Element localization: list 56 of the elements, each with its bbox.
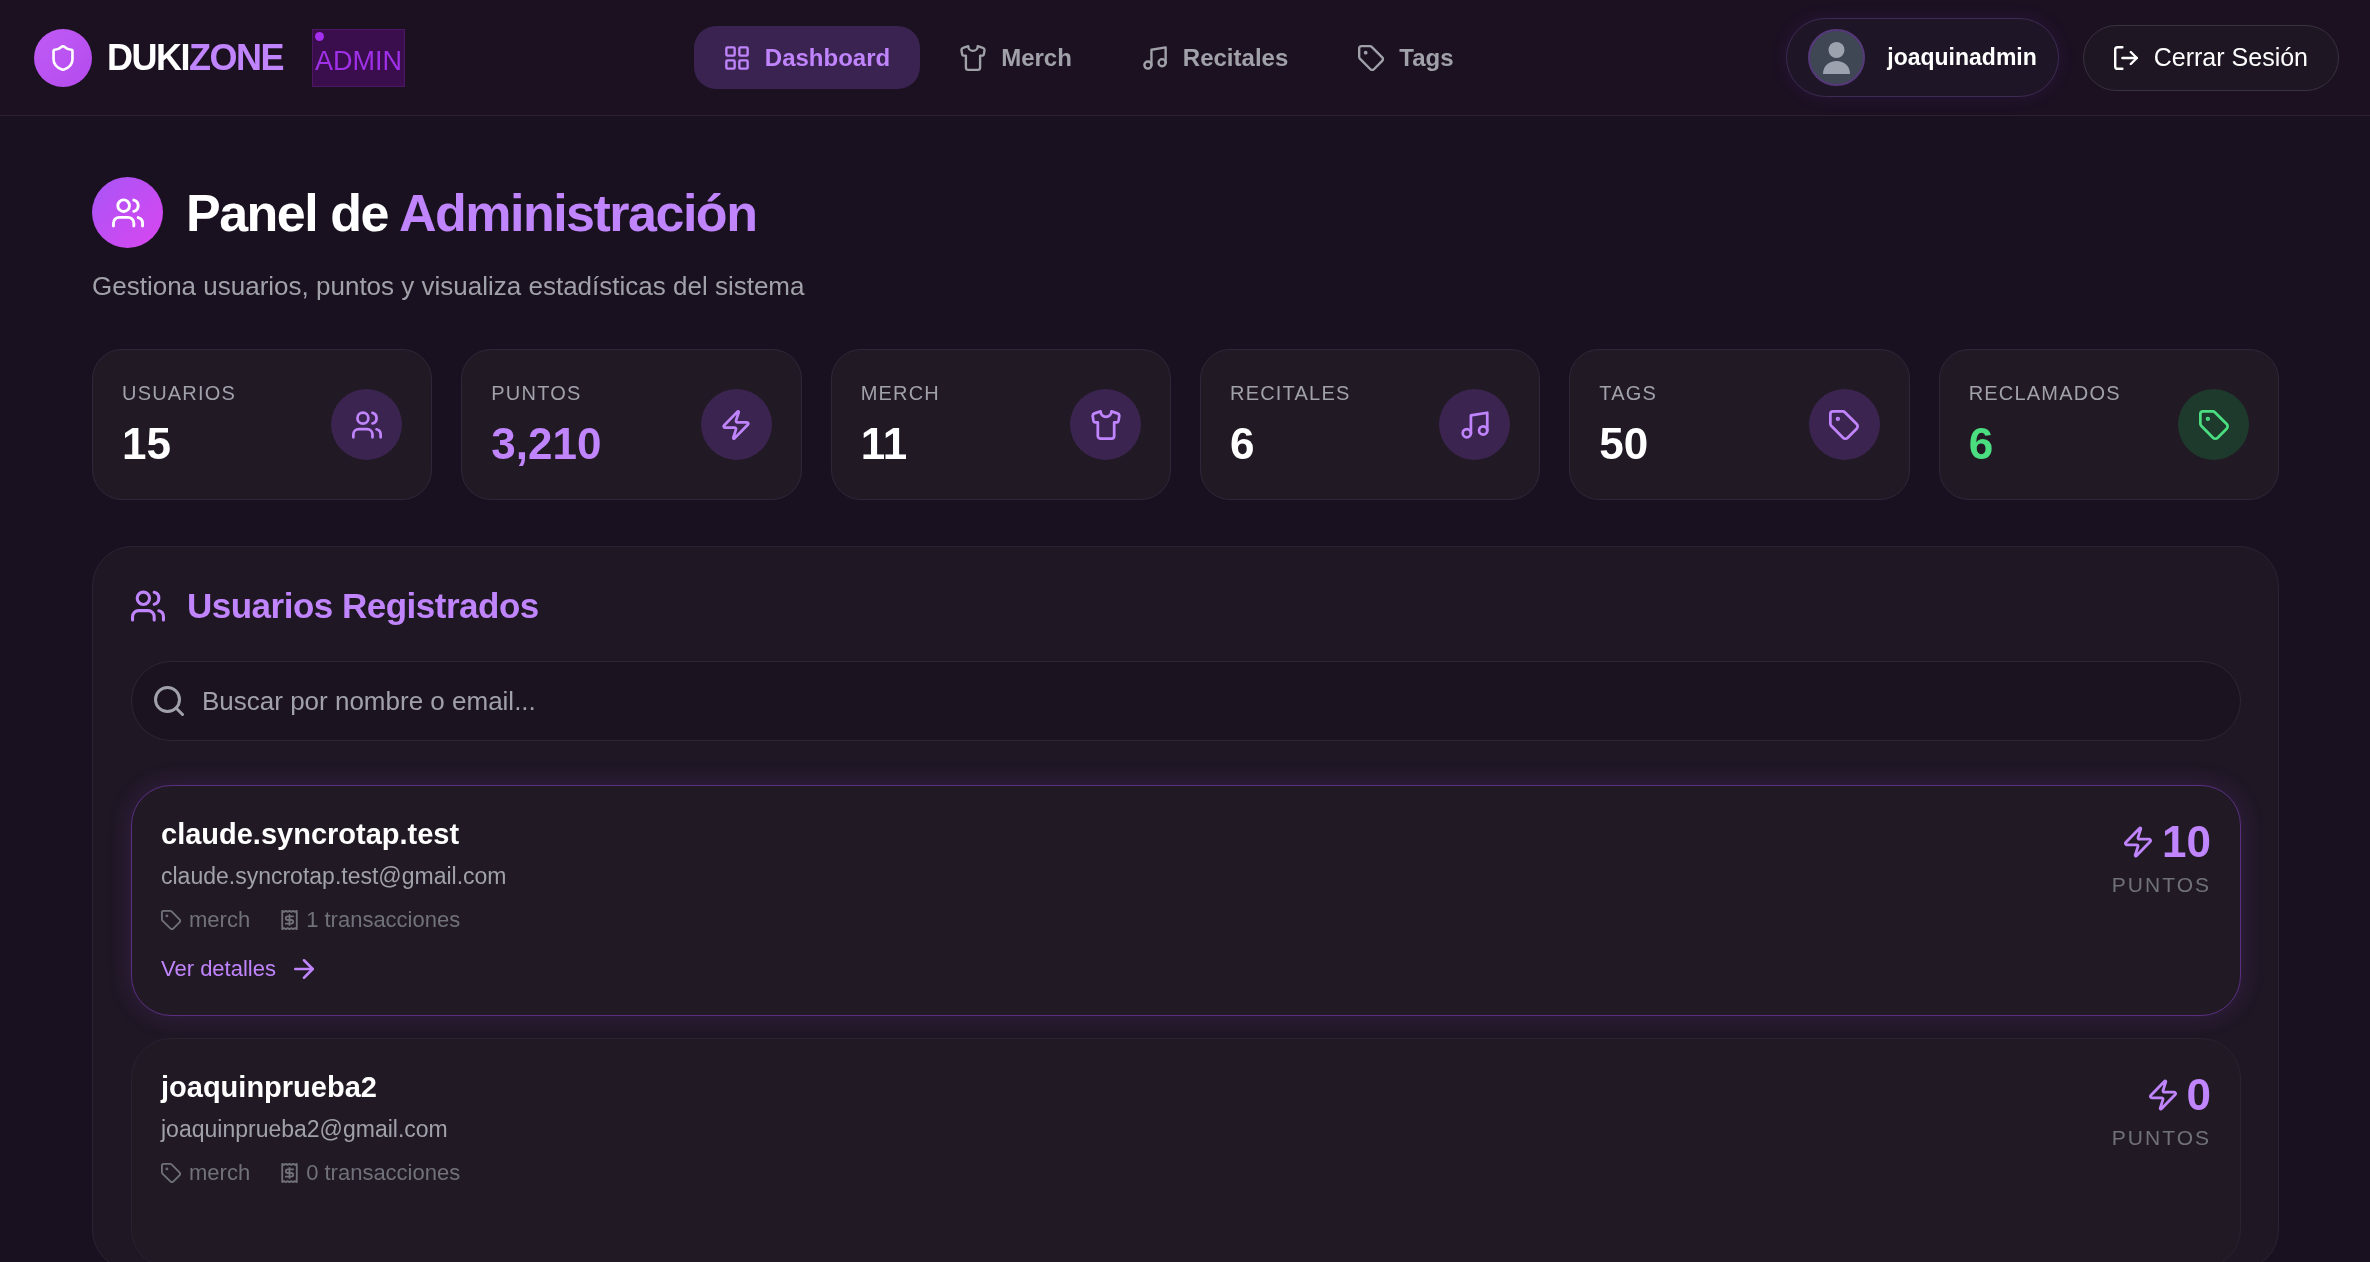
- details-link[interactable]: Ver detalles: [161, 954, 314, 984]
- user-name: claude.syncrotap.test: [161, 817, 460, 851]
- page-subtitle: Gestiona usuarios, puntos y visualiza estadísticas del sistema: [92, 270, 805, 302]
- stat-label: RECLAMADOS: [1968, 380, 2121, 405]
- user-tag: merch: [189, 907, 251, 933]
- arrow-right-icon: [293, 959, 314, 979]
- stat-value: 3,210: [491, 418, 602, 469]
- tag-icon: [1358, 44, 1385, 71]
- stat-value: 6: [1968, 418, 1995, 469]
- tag-icon: [161, 910, 181, 930]
- stat-value: 6: [1230, 418, 1256, 469]
- section-title: Usuarios Registrados: [187, 586, 539, 626]
- stat-label: RECITALES: [1230, 380, 1351, 405]
- role-label: ADMIN: [315, 44, 402, 78]
- user-card[interactable]: claude.syncrotap.test claude.syncrotap.test@gmail.com merch 1 transacciones Ver detalles 10 PUNTOS: [131, 785, 2241, 1016]
- receipt-icon: [281, 1163, 299, 1183]
- nav-tab[interactable]: Merch: [930, 26, 1102, 89]
- logout-icon: [2113, 45, 2138, 70]
- music-note-icon: [1141, 44, 1168, 71]
- avatar-icon: [1808, 29, 1866, 86]
- users-icon: [131, 589, 165, 623]
- points-value: 10: [2162, 817, 2211, 867]
- nav-tab[interactable]: Recitales: [1111, 26, 1319, 89]
- search-icon: [154, 686, 184, 716]
- logout-button[interactable]: Cerrar Sesión: [2082, 24, 2339, 91]
- points-label: PUNTOS: [2111, 1125, 2211, 1151]
- lightning-bolt-icon: [2148, 1079, 2177, 1111]
- tag-icon: [161, 1163, 181, 1183]
- brand-name: DUKIZONE: [107, 36, 283, 79]
- user-card[interactable]: joaquinprueba2 joaquinprueba2@gmail.com merch 0 transacciones 0 PUNTOS: [131, 1038, 2241, 1262]
- transaction-count: 1 transacciones: [306, 907, 461, 933]
- stat-value: 15: [122, 418, 172, 469]
- nav-tab[interactable]: Dashboard: [693, 26, 921, 89]
- points-value: 0: [2186, 1070, 2211, 1120]
- stat-label: MERCH: [860, 380, 940, 405]
- grid-icon: [723, 44, 750, 71]
- stat-label: TAGS: [1599, 380, 1658, 405]
- page-title: Panel de Administración: [186, 182, 757, 244]
- shield-icon: [34, 28, 92, 87]
- search-field[interactable]: Buscar por nombre o email...: [131, 661, 2241, 741]
- transaction-count: 0 transacciones: [306, 1160, 461, 1186]
- dot-icon: [315, 31, 324, 41]
- stat-value: 11: [860, 418, 909, 469]
- user-menu-button[interactable]: joaquinadmin: [1786, 18, 2059, 97]
- shirt-icon: [960, 44, 987, 71]
- user-email: claude.syncrotap.test@gmail.com: [161, 862, 507, 891]
- stat-value: 50: [1599, 418, 1650, 469]
- user-tag: merch: [189, 1160, 251, 1186]
- user-name: joaquinprueba2: [161, 1070, 377, 1104]
- receipt-icon: [281, 910, 299, 930]
- user-email: joaquinprueba2@gmail.com: [161, 1115, 448, 1144]
- stat-label: USUARIOS: [122, 380, 237, 405]
- nav-tab[interactable]: Tags: [1328, 26, 1484, 89]
- points-label: PUNTOS: [2111, 872, 2211, 898]
- lightning-bolt-icon: [2124, 826, 2153, 858]
- stat-label: PUNTOS: [491, 380, 583, 405]
